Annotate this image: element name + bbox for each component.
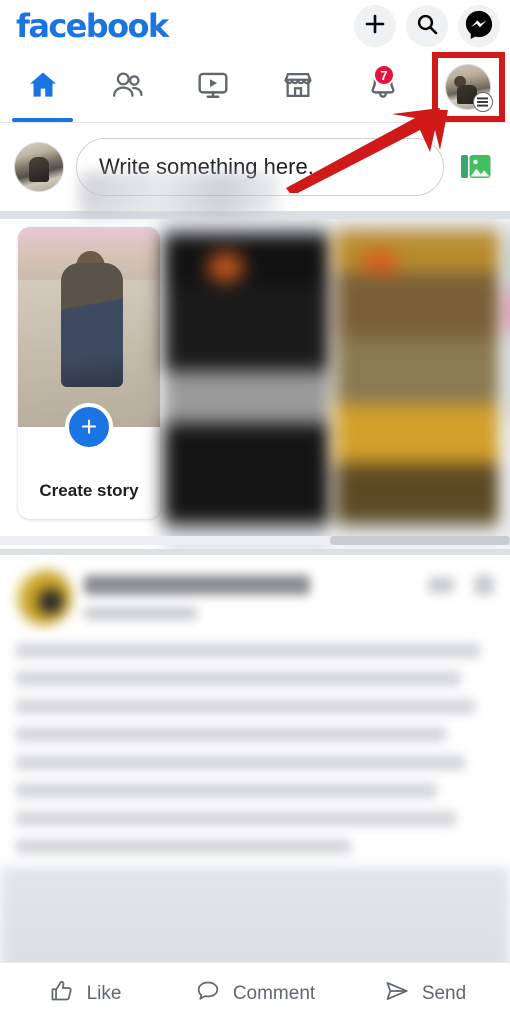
feed-post (0, 555, 510, 1024)
comment-label: Comment (232, 982, 316, 1004)
create-button[interactable] (354, 5, 396, 47)
send-paper-plane-icon (384, 978, 410, 1010)
comment-bubble-icon (195, 978, 221, 1010)
post-author-name (84, 575, 310, 595)
composer-avatar[interactable] (14, 142, 64, 192)
video-icon (196, 68, 230, 107)
section-separator (0, 211, 510, 219)
story-card-blurred-3[interactable] (505, 219, 510, 549)
tab-video[interactable] (170, 52, 255, 122)
post-menu-icon[interactable] (428, 577, 454, 593)
story-card-blurred-1[interactable] (163, 219, 331, 549)
active-tab-indicator (12, 118, 73, 122)
post-action-bar: Like Comment Send (0, 962, 510, 1024)
notification-badge: 7 (373, 64, 395, 86)
search-icon (415, 12, 439, 41)
post-author-avatar[interactable] (16, 569, 72, 625)
like-button[interactable]: Like (0, 978, 170, 1010)
like-label: Like (86, 982, 122, 1004)
messenger-button[interactable] (458, 5, 500, 47)
post-header (0, 555, 510, 639)
story-create-photo (18, 227, 160, 427)
photo-gallery-icon[interactable] (456, 151, 496, 183)
thumbs-up-icon (49, 978, 75, 1010)
home-icon (26, 68, 60, 107)
marketplace-icon (281, 68, 315, 107)
post-body (0, 639, 510, 854)
send-label: Send (421, 982, 467, 1004)
create-story-plus-icon[interactable]: + (65, 403, 113, 451)
tab-friends[interactable] (85, 52, 170, 122)
send-button[interactable]: Send (340, 978, 510, 1010)
composer-input[interactable]: Write something here... (76, 138, 444, 196)
plus-icon (363, 12, 387, 41)
story-create-card[interactable]: + Create story (18, 227, 160, 519)
story-card-blurred-2[interactable] (334, 219, 502, 549)
tab-marketplace[interactable] (255, 52, 340, 122)
comment-button[interactable]: Comment (170, 978, 340, 1010)
friends-icon (111, 68, 145, 107)
messenger-icon (464, 9, 494, 44)
post-composer: Write something here... (0, 123, 510, 211)
search-button[interactable] (406, 5, 448, 47)
composer-placeholder: Write something here... (99, 154, 327, 179)
stories-scrollbar[interactable] (330, 536, 510, 545)
facebook-logo[interactable]: facebook (16, 10, 169, 42)
facebook-app-screen: facebook 7 Write something here... + Cre… (0, 0, 510, 1024)
top-actions (354, 5, 500, 47)
top-bar: facebook (0, 0, 510, 52)
create-story-label: Create story (39, 481, 139, 500)
post-timestamp (84, 607, 197, 620)
tab-home[interactable] (0, 52, 85, 122)
post-close-icon[interactable] (474, 575, 494, 595)
stories-tray[interactable]: + Create story (0, 219, 510, 549)
annotation-highlight-rect (432, 52, 505, 122)
tab-notifications[interactable]: 7 (340, 52, 425, 122)
